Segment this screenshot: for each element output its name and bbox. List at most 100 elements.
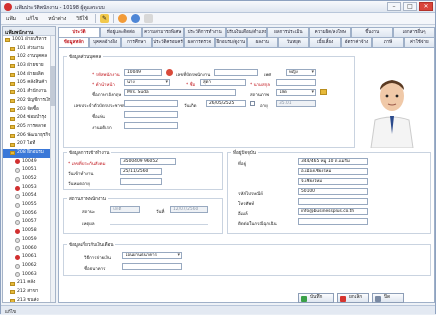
zip-field[interactable]: 50100 — [298, 188, 368, 195]
reason-field[interactable] — [110, 218, 208, 225]
tab-tabs_row1-3[interactable]: ประวัติการทำงาน — [183, 27, 226, 37]
marital-status-select[interactable]: โสด — [276, 89, 316, 96]
tab-tabs_row2-7[interactable]: วันหยุด — [277, 37, 310, 47]
cancel-button[interactable]: ยกเลิก — [337, 293, 369, 303]
save-button[interactable]: บันทึก — [298, 293, 334, 303]
tab-tabs_row2-11[interactable]: ค่าใช้จ่าย — [403, 37, 436, 47]
tab-tabs_row1-1[interactable]: ที่อยู่และติดต่อ — [99, 27, 142, 37]
tree-node[interactable]: 10057 — [3, 218, 55, 227]
employee-tree[interactable]: แฟ้มพนักงาน 1001 ฝ่ายบริหาร 101 ส่วนงาน 10… — [2, 26, 56, 303]
close-button[interactable]: ปิด — [372, 293, 404, 303]
hobby-field[interactable] — [124, 122, 178, 129]
tab-tabs_row2-8[interactable]: เบี้ยเลี้ยง — [309, 37, 341, 47]
tab-tabs_row2-9[interactable]: อัตราค่าจ้าง — [340, 37, 373, 47]
pay-method-select[interactable]: โอนผ่านธนาคาร — [122, 252, 182, 259]
card-id-field[interactable] — [214, 69, 258, 76]
sso-field[interactable]: 3500409 96052 — [120, 158, 176, 165]
tab-tabs_row2-2[interactable]: การศึกษา — [120, 37, 153, 47]
emp-id-field[interactable]: 10049 — [124, 69, 162, 76]
phone-field[interactable] — [298, 198, 368, 205]
tab-tabs_row2-4[interactable]: ผลการตรวจ — [183, 37, 216, 47]
tree-node[interactable]: 101 ส่วนงาน — [3, 45, 55, 54]
tab-tabs_row2-0[interactable]: ข้อมูลหลัก — [58, 37, 90, 47]
tree-node[interactable]: 10060 — [3, 245, 55, 254]
tree-node[interactable]: 205 การตลาด — [3, 123, 55, 132]
tab-tabs_row2-3[interactable]: ประวัติครอบครัว — [152, 37, 184, 47]
tree-node[interactable]: 208 ฝึกอบรม — [3, 148, 55, 158]
refresh-icon[interactable] — [117, 14, 127, 23]
birth-field[interactable]: 26/05/2525 — [206, 100, 246, 107]
tree-node[interactable]: 10051 — [3, 166, 55, 175]
tree-node[interactable]: 10056 — [3, 210, 55, 219]
employee-photo[interactable] — [359, 56, 425, 149]
tree-node[interactable]: 102 งานบุคคล — [3, 53, 55, 62]
folder-icon[interactable] — [320, 89, 327, 95]
expire-date-field[interactable] — [120, 178, 162, 185]
tree-node[interactable]: 10058 — [3, 227, 55, 236]
firstname-field[interactable]: สุดา — [200, 79, 246, 86]
sex-select[interactable]: หญิง — [286, 69, 316, 76]
tree-node[interactable]: 103 ฝ่ายขาย — [3, 62, 55, 71]
tab-tabs_row1-8[interactable]: เอกสารอื่นๆ — [393, 27, 436, 37]
tree-node[interactable]: 212 สาขา — [3, 288, 55, 297]
menu-window[interactable]: หน้าต่าง — [43, 15, 71, 23]
tab-tabs_row1-0[interactable]: ประวัติ — [58, 27, 100, 37]
tree-node[interactable]: 10053 — [3, 184, 55, 193]
bank-field[interactable] — [122, 263, 182, 270]
tree-node[interactable]: 202 บัญชีการเงิน — [3, 97, 55, 106]
tree-node[interactable]: 104 ฝ่ายผลิต — [3, 71, 55, 80]
id-card-field[interactable] — [124, 100, 178, 107]
address-line3-field[interactable]: จ.เชียงใหม่ — [298, 178, 368, 185]
tree-node[interactable]: 10061 — [3, 253, 55, 262]
settings-icon[interactable] — [143, 14, 153, 23]
prefix-select[interactable]: นาง — [124, 79, 170, 86]
calendar-icon[interactable] — [250, 101, 255, 106]
tree-node[interactable]: 10062 — [3, 262, 55, 271]
emergency-contact-field[interactable] — [298, 218, 368, 225]
tree-node[interactable]: 1001 ฝ่ายบริหาร — [3, 36, 55, 45]
tree-scroll-thumb[interactable] — [50, 66, 55, 106]
tree-node[interactable]: 206 พัฒนาธุรกิจ — [3, 132, 55, 141]
tab-tabs_row1-7[interactable]: ขึ้นงาน — [351, 27, 394, 37]
menu-edit[interactable]: แก้ไข — [21, 15, 43, 23]
tree-node[interactable]: 201 สำนักงาน — [3, 88, 55, 97]
eng-name-field[interactable]: Mrs. Suda — [124, 89, 236, 96]
tool-icon[interactable]: ✎ — [99, 14, 109, 23]
menu-help[interactable]: วิธีใช้ — [71, 15, 93, 23]
menu-file[interactable]: แฟ้ม — [1, 15, 21, 23]
tree-node[interactable]: 203 จัดซื้อ — [3, 106, 55, 115]
maximize-button[interactable]: □ — [403, 2, 417, 11]
tab-tabs_row2-10[interactable]: ภาษี — [372, 37, 404, 47]
address-line2-field[interactable]: อ.เมืองเชียงใหม่ — [298, 168, 368, 175]
nickname-field[interactable] — [124, 111, 178, 118]
tab-tabs_row2-6[interactable]: ผลงาน — [246, 37, 278, 47]
tree-node[interactable]: 211 คลัง — [3, 279, 55, 288]
sex-label: เพศ — [264, 73, 272, 78]
tree-node[interactable]: 105 คลังสินค้า — [3, 79, 55, 88]
tab-tabs_row1-5[interactable]: ผลการประเมิน — [267, 27, 310, 37]
tab-tabs_row2-5[interactable]: ฝึกอบรม/ดูงาน — [215, 37, 247, 47]
email-field[interactable]: info@businessplus.co.th — [298, 208, 368, 215]
tab-tabs_row1-2[interactable]: ความสามารถพิเศษ — [141, 27, 184, 37]
web-icon[interactable] — [130, 14, 140, 23]
tab-tabs_row1-4[interactable]: ปรับเงินเดือน/ตำแหน่ง — [225, 27, 268, 37]
tree-node[interactable]: 10063 — [3, 271, 55, 280]
tree-node[interactable]: 10059 — [3, 236, 55, 245]
lastname-field[interactable] — [276, 79, 316, 86]
tree-node[interactable]: 10054 — [3, 192, 55, 201]
tree-node[interactable]: 207 ไอที — [3, 140, 55, 149]
search-icon[interactable] — [166, 69, 173, 76]
tree-node[interactable]: 213 ขนส่ง — [3, 297, 55, 302]
tab-tabs_row1-6[interactable]: ความผิด/ลงโทษ — [309, 27, 352, 37]
address-line1-field[interactable]: 344/465 หมู่ 10 ถ.แม่ริม — [298, 158, 368, 165]
tree-node[interactable]: 10055 — [3, 201, 55, 210]
minimize-button[interactable]: – — [387, 2, 401, 11]
start-date-field[interactable]: 25/11/2560 — [120, 168, 162, 175]
tab-tabs_row2-1[interactable]: บุคคลอ้างอิง — [89, 37, 121, 47]
tree-node[interactable]: 10049 — [3, 158, 55, 167]
close-window-button[interactable]: ✕ — [419, 2, 433, 11]
tree-node[interactable]: 204 ซ่อมบำรุง — [3, 114, 55, 123]
tree-scrollbar[interactable] — [50, 36, 55, 302]
tree-node[interactable]: 10052 — [3, 175, 55, 184]
title-bar[interactable]: แฟ้มประวัติพนักงาน - 10198 ผู้ดูแลระบบ –… — [1, 1, 435, 13]
